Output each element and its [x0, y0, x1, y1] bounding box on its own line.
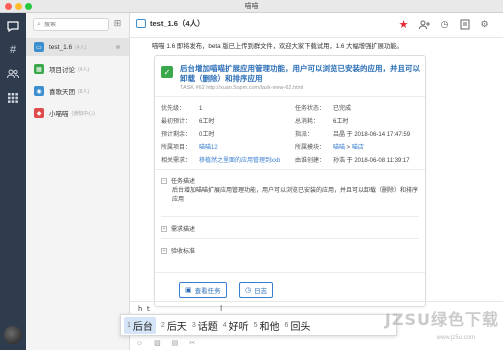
message-text: 喵喵 1.6 即将发布，beta 版已上传到群文件，欢迎大家下载试用，1.6 大…: [152, 43, 403, 50]
ime-candidate[interactable]: 4 好听: [223, 318, 249, 333]
acceptance-criteria-header[interactable]: + 验收标准: [161, 246, 419, 255]
ime-candidate-bar: 1 后台 2 后天 3 话题 4 好听 5 和他 6 回头: [120, 314, 397, 336]
unread-dot: [116, 45, 120, 49]
group-icon: ◉: [34, 86, 44, 96]
conversation-member-count: (8人): [78, 88, 90, 95]
collapse-icon: −: [161, 177, 167, 184]
divider: [155, 169, 425, 170]
expand-icon: +: [161, 225, 167, 232]
remaining-field: 预计剩余： 0工时: [161, 132, 215, 138]
divider: [155, 272, 425, 273]
notification-icon: ◆: [34, 108, 44, 118]
priority-field: 优先级： 1: [161, 106, 203, 112]
settings-icon[interactable]: ⚙: [478, 18, 491, 31]
task-title[interactable]: 后台增加喵喵扩展应用管理功能，用户可以浏览已安装的应用，并且可以卸载（删除）和排…: [180, 64, 420, 84]
requirement-description-header[interactable]: + 需求描述: [161, 224, 419, 233]
divider: [155, 96, 425, 97]
clock-icon: ◷: [245, 287, 252, 294]
add-member-icon[interactable]: [418, 18, 431, 31]
files-icon[interactable]: [458, 18, 471, 31]
people-icon[interactable]: [4, 65, 22, 83]
demand-field: 相关需求： 移植然之里面的应用管理到xxb: [161, 158, 281, 164]
conversation-item[interactable]: ◉ 喜歌天团 (8人): [26, 82, 129, 100]
conversation-name: test_1.6: [49, 43, 73, 51]
input-toolbar: ☺ ▨ ▤ ✂: [136, 337, 396, 349]
conversation-member-count: (4人): [75, 44, 87, 51]
task-description-header[interactable]: − 任务描述: [161, 176, 419, 185]
conversation-name: 项目讨论: [49, 67, 75, 74]
task-link[interactable]: TASK #62 http://xuan.5upm.com/task-view-…: [180, 85, 303, 91]
divider: [161, 216, 419, 217]
window-titlebar: 喵喵: [0, 0, 503, 13]
view-task-button[interactable]: ▣ 查看任务: [179, 282, 227, 298]
divider: [161, 238, 419, 239]
screenshot-icon[interactable]: ✂: [189, 339, 195, 347]
conversation-member-count: (通知中心): [71, 110, 95, 117]
watermark: JZSU绿色下载: [384, 310, 499, 329]
expand-icon: +: [161, 247, 167, 254]
group-chat-icon: ▭: [34, 42, 44, 52]
apps-icon[interactable]: [4, 89, 22, 107]
task-description-body: 后台增加喵喵扩展应用管理功能，用户可以浏览已安装的应用，并且可以卸载（删除）和排…: [172, 188, 419, 203]
star-icon[interactable]: ★: [397, 18, 410, 31]
watermark-url: www.jz5u.com: [436, 335, 475, 341]
ime-candidate[interactable]: 3 话题: [192, 318, 218, 333]
chat-panel: test_1.6（4人） ★ ◷ ⚙ 喵喵 1.6 即将发布，beta 版已上传…: [130, 13, 503, 350]
task-icon: ▣: [185, 287, 192, 294]
conversation-sidebar: ⌕ ⊞ ▭ test_1.6 (4人) ▦ 项目讨论 (4人) ◉ 喜歌天团 (…: [26, 13, 130, 350]
user-avatar[interactable]: [4, 326, 22, 344]
emoji-icon[interactable]: ☺: [136, 340, 143, 347]
file-icon[interactable]: ▤: [172, 339, 179, 347]
ime-candidate[interactable]: 2 后天: [161, 318, 187, 333]
ime-candidate[interactable]: 6 回头: [285, 318, 311, 333]
log-button[interactable]: ◷ 日志: [239, 282, 274, 298]
conversation-item[interactable]: ▭ test_1.6 (4人): [26, 38, 129, 56]
module-field: 所属模块： 喵喵 > 喵店: [295, 145, 364, 151]
estimate-field: 最初预计： 6工时: [161, 119, 215, 125]
new-chat-icon[interactable]: ⊞: [112, 18, 123, 29]
window-title: 喵喵: [244, 3, 259, 10]
chat-icon[interactable]: [4, 17, 22, 35]
project-icon: ▦: [34, 64, 44, 74]
search-icon: ⌕: [37, 20, 41, 28]
text-cursor-icon: I: [220, 304, 223, 313]
project-field: 所属项目： 喵喵12: [161, 145, 218, 151]
search-box[interactable]: ⌕: [33, 18, 109, 31]
consumed-field: 总消耗： 6工时: [295, 119, 349, 125]
conversation-item[interactable]: ▦ 项目讨论 (4人): [26, 60, 129, 78]
navigation-rail: #: [0, 13, 26, 350]
conversation-member-count: (4人): [78, 66, 90, 73]
search-input[interactable]: [44, 21, 100, 28]
history-icon[interactable]: ◷: [438, 18, 451, 31]
task-card: ✓ 后台增加喵喵扩展应用管理功能，用户可以浏览已安装的应用，并且可以卸载（删除）…: [154, 55, 426, 307]
conversation-name: 小喵喵: [49, 111, 69, 118]
conversation-name: 喜歌天团: [49, 89, 75, 96]
project-link[interactable]: 喵喵12: [199, 145, 218, 151]
status-field: 任务状态： 已完成: [295, 106, 352, 112]
hash-icon[interactable]: #: [4, 41, 22, 59]
chat-title: test_1.6（4人）: [150, 19, 205, 28]
demand-link[interactable]: 移植然之里面的应用管理到xxb: [199, 158, 280, 164]
creator-field: 由谁创建： 孙浩 于 2018-06-08 11:39:17: [295, 158, 410, 164]
ime-candidate[interactable]: 5 和他: [254, 318, 280, 333]
module-link[interactable]: 喵店: [352, 145, 364, 151]
group-chat-icon: [136, 19, 146, 28]
message-input[interactable]: h t: [138, 306, 151, 314]
image-icon[interactable]: ▨: [154, 339, 161, 347]
module-link[interactable]: 喵喵: [333, 145, 345, 151]
chat-header: test_1.6（4人） ★ ◷ ⚙: [130, 13, 503, 38]
task-icon: ✓: [161, 66, 173, 78]
ime-candidate[interactable]: 1 后台: [124, 316, 156, 334]
conversation-item[interactable]: ◆ 小喵喵 (通知中心): [26, 104, 129, 122]
assigned-field: 指派： 吕晶 于 2018-06-14 17:47:59: [295, 132, 411, 138]
